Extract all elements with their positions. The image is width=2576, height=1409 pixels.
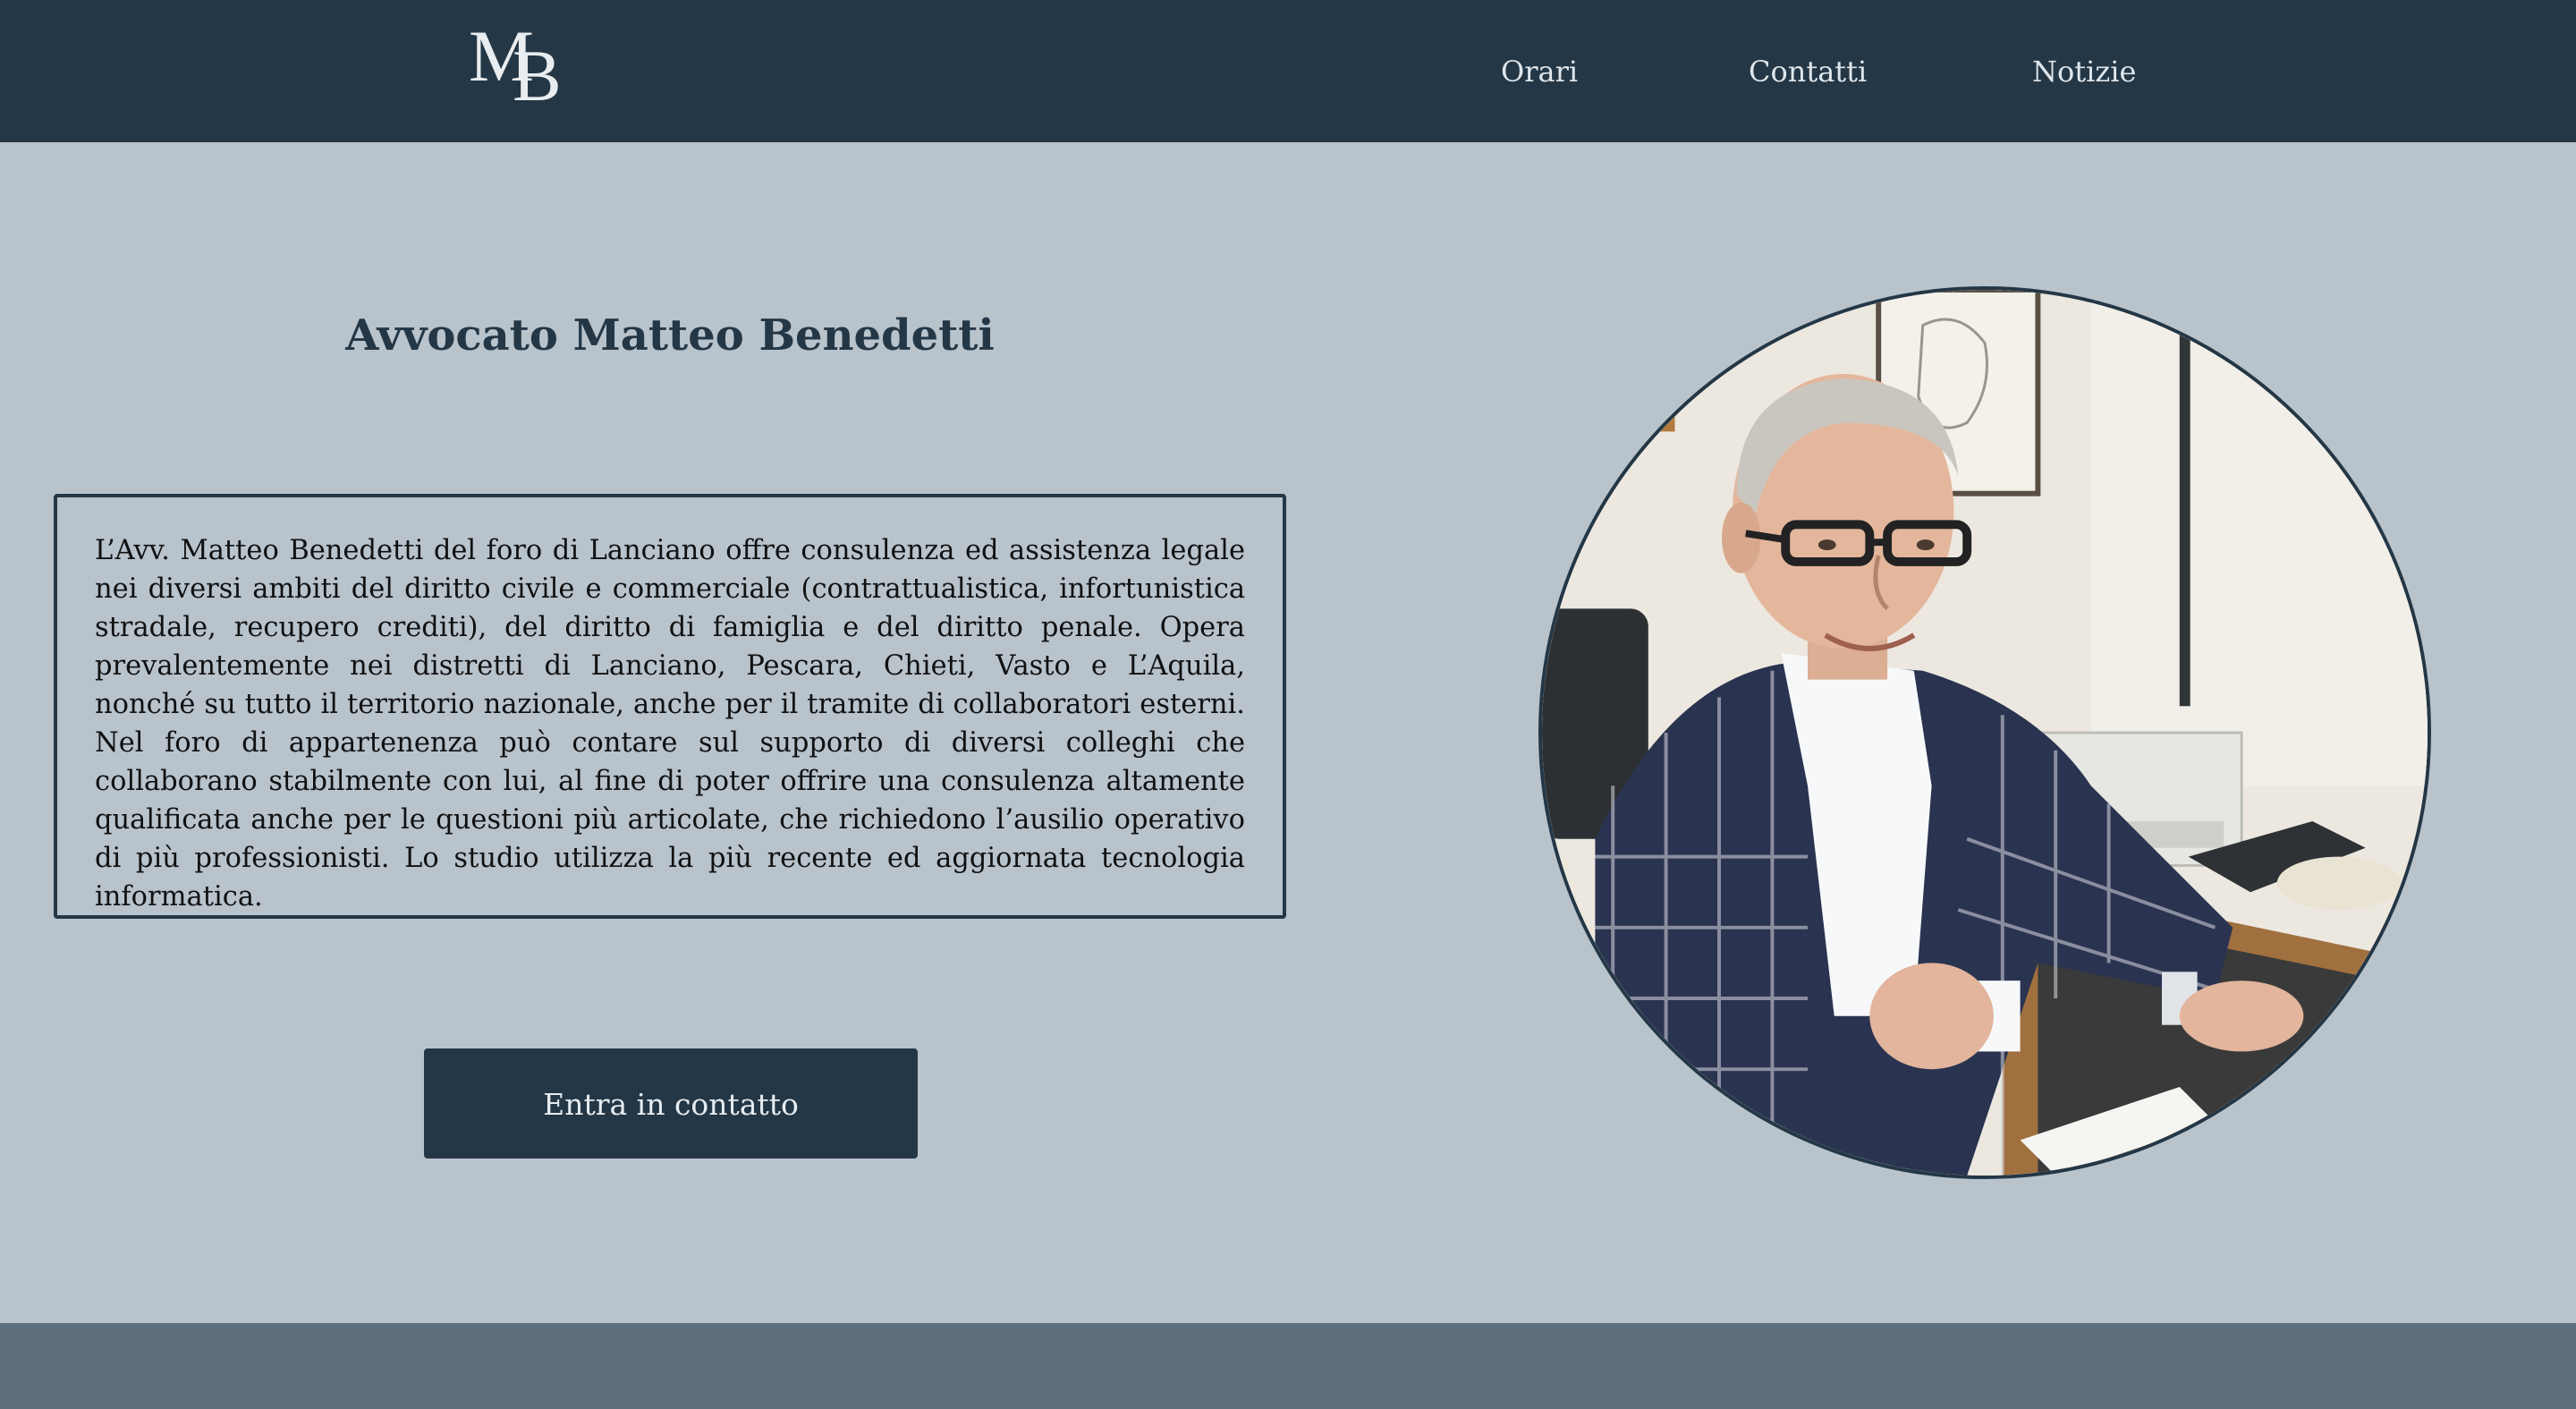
top-navbar: M B Orari Contatti Notizie — [0, 0, 2576, 142]
page-title: Avvocato Matteo Benedetti — [345, 310, 995, 361]
footer-band — [0, 1323, 2576, 1409]
nav-link-contatti[interactable]: Contatti — [1749, 52, 1867, 91]
lawyer-portrait-photo — [1538, 286, 2431, 1179]
nav-link-orari[interactable]: Orari — [1501, 52, 1578, 91]
page-title-container: Avvocato Matteo Benedetti — [54, 304, 1286, 367]
logo-letter-b: B — [513, 35, 562, 116]
bio-text: L’Avv. Matteo Benedetti del foro di Lanc… — [95, 535, 1245, 912]
contact-button[interactable]: Entra in contatto — [424, 1048, 918, 1159]
portrait-illustration — [1542, 290, 2428, 1176]
site-logo[interactable]: M B — [463, 20, 571, 113]
nav-link-notizie[interactable]: Notizie — [2032, 52, 2136, 91]
bio-box: L’Avv. Matteo Benedetti del foro di Lanc… — [54, 494, 1286, 919]
